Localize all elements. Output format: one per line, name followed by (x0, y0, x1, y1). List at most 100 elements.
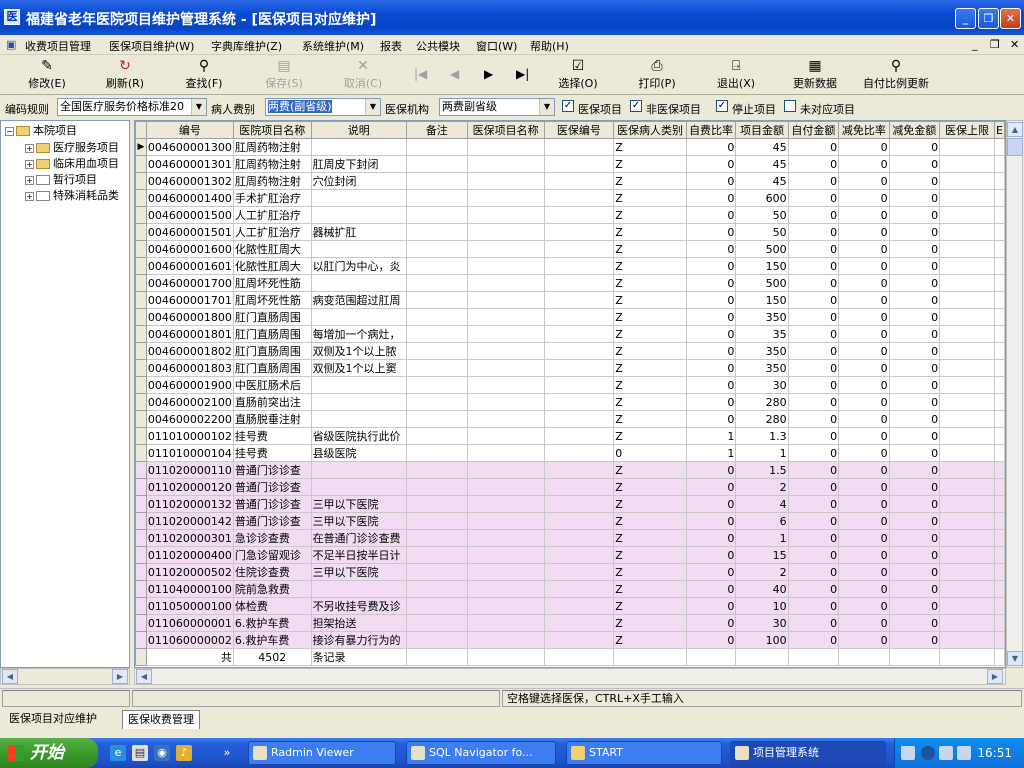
table-cell[interactable] (543, 631, 615, 649)
table-cell[interactable] (939, 257, 995, 275)
table-cell[interactable]: 0 (685, 274, 737, 292)
app-icon[interactable]: 医 (4, 9, 20, 25)
table-cell[interactable] (993, 291, 1005, 309)
table-cell[interactable] (466, 325, 545, 343)
table-cell[interactable]: 0 (787, 580, 840, 598)
table-cell[interactable]: Z (613, 580, 687, 598)
row-indicator[interactable] (135, 376, 147, 394)
table-row[interactable]: 004600001500 人工扩肛治疗 Z 0 50 0 0 0 (135, 206, 1005, 224)
nonmedical-item-checkbox[interactable]: ✓ (630, 100, 642, 112)
quicklaunch-more-icon[interactable]: » (222, 745, 232, 761)
table-cell[interactable] (405, 495, 468, 513)
table-cell[interactable] (543, 427, 615, 445)
chevron-down-icon[interactable]: ▼ (365, 99, 380, 115)
table-cell[interactable]: 0 (838, 342, 890, 360)
table-cell[interactable] (466, 223, 545, 241)
row-indicator[interactable] (135, 444, 147, 462)
task-start-folder[interactable]: START (566, 741, 722, 765)
table-cell[interactable]: 1 (685, 444, 737, 462)
table-cell[interactable] (939, 563, 995, 581)
table-cell[interactable]: 004600001900 (145, 376, 234, 394)
table-cell[interactable]: 0 (685, 359, 737, 377)
table-cell[interactable]: 0 (888, 614, 941, 632)
table-cell[interactable] (993, 172, 1005, 190)
ratio-update-button[interactable]: ⚲ 自付比例更新 (856, 57, 936, 93)
column-header[interactable]: 说明 (310, 121, 407, 139)
table-cell[interactable] (993, 206, 1005, 224)
tree-hscrollbar[interactable]: ◀ ▶ (0, 668, 130, 685)
refresh-button[interactable]: ↻ 刷新(R) (90, 57, 160, 93)
table-cell[interactable] (405, 410, 468, 428)
table-cell[interactable]: 院前急救费 (232, 580, 312, 598)
table-cell[interactable] (543, 274, 615, 292)
table-cell[interactable]: 0 (685, 580, 737, 598)
table-cell[interactable]: 0 (685, 614, 737, 632)
table-cell[interactable] (993, 189, 1005, 207)
table-cell[interactable] (993, 597, 1005, 615)
table-cell[interactable]: 0 (838, 444, 890, 462)
table-cell[interactable]: 004600001802 (145, 342, 234, 360)
row-indicator[interactable] (135, 614, 147, 632)
table-cell[interactable]: 化脓性肛周大 (232, 257, 312, 275)
table-cell[interactable]: 0 (888, 427, 941, 445)
table-cell[interactable] (543, 495, 615, 513)
media-icon[interactable]: ◉ (154, 745, 170, 761)
table-cell[interactable]: 肛门直肠周围 (232, 342, 312, 360)
table-cell[interactable]: 0 (685, 495, 737, 513)
medical-item-checkbox[interactable]: ✓ (562, 100, 574, 112)
table-cell[interactable]: 011060000002 (145, 631, 234, 649)
table-cell[interactable]: 0 (685, 461, 737, 479)
table-cell[interactable]: 004600001501 (145, 223, 234, 241)
table-row[interactable]: 004600001501 人工扩肛治疗 器械扩肛 Z 0 50 0 0 0 (135, 223, 1005, 241)
table-cell[interactable]: 0 (685, 223, 737, 241)
table-cell[interactable]: Z (613, 478, 687, 496)
table-cell[interactable]: 0 (787, 563, 840, 581)
table-cell[interactable] (939, 580, 995, 598)
select-button[interactable]: ☑ 选择(O) (543, 57, 613, 93)
table-cell[interactable]: 0 (888, 444, 941, 462)
row-indicator[interactable] (135, 495, 147, 513)
column-header[interactable]: 医保病人类别 (613, 121, 687, 139)
table-cell[interactable] (405, 597, 468, 615)
table-cell[interactable]: 004600001601 (145, 257, 234, 275)
tree-node-medical-service[interactable]: + 医疗服务项目 (25, 140, 119, 156)
menu-help[interactable]: 帮助(H) (530, 38, 569, 54)
table-cell[interactable] (466, 597, 545, 615)
table-row[interactable]: 004600001400 手术扩肛治疗 Z 0 600 0 0 0 (135, 189, 1005, 207)
table-cell[interactable]: 0 (888, 376, 941, 394)
patient-fee-select[interactable]: 两费(副省级) ▼ (265, 98, 381, 116)
table-cell[interactable] (993, 308, 1005, 326)
volume-icon[interactable] (957, 746, 971, 760)
table-cell[interactable] (405, 342, 468, 360)
tab-medical-mapping[interactable]: 医保项目对应维护 (4, 710, 102, 729)
table-cell[interactable]: 0 (685, 206, 737, 224)
table-cell[interactable]: 挂号费 (232, 444, 312, 462)
table-cell[interactable] (939, 529, 995, 547)
row-indicator[interactable] (135, 427, 147, 445)
expand-icon[interactable]: + (25, 191, 34, 201)
rule-select[interactable]: 全国医疗服务价格标准20 ▼ (57, 98, 207, 116)
table-cell[interactable] (466, 274, 545, 292)
table-cell[interactable]: 004600001500 (145, 206, 234, 224)
table-cell[interactable]: 004600002200 (145, 410, 234, 428)
table-cell[interactable]: 人工扩肛治疗 (232, 223, 312, 241)
table-row[interactable]: 004600001302 肛周药物注射 穴位封闭 Z 0 45 0 0 0 (135, 172, 1005, 190)
table-cell[interactable]: 0 (838, 308, 890, 326)
table-cell[interactable]: 100 (735, 631, 789, 649)
table-cell[interactable]: 0 (685, 257, 737, 275)
table-cell[interactable]: 0 (787, 155, 840, 173)
row-indicator[interactable] (135, 342, 147, 360)
table-cell[interactable] (405, 546, 468, 564)
row-indicator[interactable] (135, 580, 147, 598)
table-cell[interactable]: 011020000120 (145, 478, 234, 496)
table-cell[interactable] (939, 138, 995, 156)
row-indicator[interactable] (135, 393, 147, 411)
table-cell[interactable] (405, 172, 468, 190)
table-cell[interactable]: Z (613, 410, 687, 428)
table-cell[interactable]: 0 (787, 614, 840, 632)
table-cell[interactable]: 肛门直肠周围 (232, 325, 312, 343)
table-cell[interactable]: Z (613, 376, 687, 394)
table-row[interactable]: 004600001601 化脓性肛周大 以肛门为中心，炎 Z 0 150 0 0 0 (135, 257, 1005, 275)
table-cell[interactable] (405, 359, 468, 377)
row-indicator[interactable] (135, 274, 147, 292)
